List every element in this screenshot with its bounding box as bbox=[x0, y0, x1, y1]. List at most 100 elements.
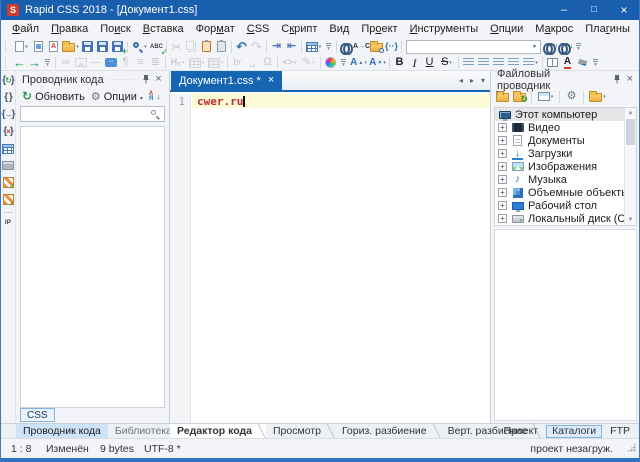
paste-as-html-button[interactable] bbox=[199, 39, 214, 54]
menu-edit[interactable]: Правка bbox=[45, 21, 94, 37]
palette-panel-button[interactable]: ✓ bbox=[1, 176, 15, 189]
resize-grip[interactable] bbox=[627, 443, 636, 452]
pin-icon[interactable] bbox=[139, 73, 152, 86]
scroll-down-icon[interactable]: ▼ bbox=[625, 215, 636, 225]
insert-hr-button[interactable]: — bbox=[88, 55, 103, 70]
menu-format[interactable]: Формат bbox=[190, 21, 241, 37]
tab-scroll-left-icon[interactable]: ◂ bbox=[459, 76, 463, 85]
insert-tag-button[interactable]: <>▾ bbox=[280, 55, 299, 70]
forward-button[interactable]: → bbox=[27, 55, 42, 70]
redo-button[interactable]: ↷ bbox=[249, 39, 264, 54]
indent-button[interactable]: ⇥ bbox=[269, 39, 284, 54]
maximize-button[interactable]: □ bbox=[579, 0, 609, 20]
open-file-button[interactable]: ▾ bbox=[61, 39, 80, 54]
table-panel-button[interactable] bbox=[1, 142, 15, 155]
menu-file[interactable]: Файл bbox=[6, 21, 45, 37]
scrollbar-thumb[interactable] bbox=[626, 119, 635, 145]
frame-panel-button[interactable] bbox=[1, 159, 15, 172]
font-size-down-button[interactable]: A▼▾ bbox=[368, 55, 387, 70]
tree-item[interactable]: +♪Музыка bbox=[495, 173, 636, 186]
view-mode-button[interactable]: ▾ bbox=[536, 89, 555, 104]
tab-code-editor[interactable]: Редактор кода bbox=[170, 424, 266, 438]
table-wizard-button[interactable]: ▾ bbox=[304, 39, 323, 54]
cut-button[interactable]: ✂ bbox=[169, 39, 184, 54]
tree-item[interactable]: +Изображения bbox=[495, 160, 636, 173]
panel-grip[interactable] bbox=[109, 79, 134, 80]
tab-ftp[interactable]: FTP bbox=[605, 425, 635, 437]
code-search-input[interactable] bbox=[21, 108, 151, 120]
document-tab[interactable]: Документ1.css * × bbox=[171, 71, 282, 90]
tab-list-icon[interactable]: ▾ bbox=[481, 76, 485, 85]
toolbar-overflow-icon[interactable]: ▼ bbox=[341, 59, 346, 67]
menu-macro[interactable]: Макрос bbox=[529, 21, 579, 37]
current-line[interactable]: cwer.ru bbox=[192, 94, 490, 108]
heading-button[interactable]: H₁▾ bbox=[168, 55, 187, 70]
insert-table-button[interactable]: ▾ bbox=[187, 55, 206, 70]
chevron-down-icon[interactable]: ▾ bbox=[529, 43, 540, 50]
align-center-button[interactable] bbox=[476, 55, 491, 70]
code-editor[interactable]: 1 cwer.ru bbox=[170, 94, 490, 423]
tab-scroll-right-icon[interactable]: ▸ bbox=[470, 76, 474, 85]
menu-tools[interactable]: Инструменты bbox=[404, 21, 485, 37]
toolbar-overflow-icon[interactable]: ▼ bbox=[326, 43, 331, 51]
file-list[interactable] bbox=[494, 229, 637, 421]
find-previous-button[interactable]: ↑ bbox=[543, 39, 558, 54]
swatches-panel-button[interactable]: ✓ bbox=[1, 193, 15, 206]
menu-script[interactable]: Скрипт bbox=[275, 21, 323, 37]
code-builder-button[interactable]: {··} bbox=[384, 39, 399, 54]
bullet-list-button[interactable]: ≡ bbox=[133, 55, 148, 70]
code-explorer-list[interactable] bbox=[20, 126, 165, 408]
ip-panel-button[interactable]: IP bbox=[5, 219, 11, 226]
quick-find-combobox[interactable]: ▾ bbox=[406, 40, 541, 54]
strikethrough-button[interactable]: S▾ bbox=[437, 55, 456, 70]
tree-item[interactable]: Этот компьютер bbox=[495, 108, 636, 121]
tab-library[interactable]: Библиотека bbox=[108, 424, 179, 438]
css-format-button[interactable]: {→} bbox=[1, 108, 15, 121]
sort-az-button[interactable]: AЯ↓ bbox=[147, 89, 162, 104]
toolbar-overflow-icon[interactable]: ▼ bbox=[576, 43, 581, 51]
folders-menu-button[interactable]: ▾ bbox=[588, 89, 607, 104]
spellcheck-button[interactable]: ABC✓ bbox=[149, 39, 164, 54]
font-size-up-button[interactable]: A▲▾ bbox=[349, 55, 368, 70]
italic-button[interactable]: I bbox=[407, 55, 422, 70]
tab-close-icon[interactable]: × bbox=[268, 75, 274, 86]
minimize-button[interactable]: – bbox=[549, 0, 579, 20]
line-break-button[interactable]: br bbox=[230, 55, 245, 70]
tab-horizontal-split[interactable]: Гориз. разбиение bbox=[335, 424, 441, 438]
css-check-button[interactable]: {↻} bbox=[1, 74, 15, 87]
paste-button[interactable] bbox=[214, 39, 229, 54]
align-left-button[interactable] bbox=[461, 55, 476, 70]
tab-css[interactable]: CSS bbox=[20, 408, 55, 422]
copy-button[interactable] bbox=[184, 39, 199, 54]
undo-button[interactable]: ↶ bbox=[234, 39, 249, 54]
toolbar-overflow-icon[interactable]: ▼ bbox=[45, 59, 50, 67]
tree-scrollbar[interactable]: ▲ ▼ bbox=[624, 108, 636, 225]
tree-item[interactable]: +Локальный диск (C:) bbox=[495, 212, 636, 225]
css-remove-button[interactable]: {×} bbox=[1, 125, 15, 138]
save-as-button[interactable] bbox=[95, 39, 110, 54]
explorer-settings-button[interactable]: ⚙ bbox=[564, 89, 579, 104]
tree-item[interactable]: +Документы bbox=[495, 134, 636, 147]
braces-button[interactable]: { } bbox=[1, 91, 15, 104]
tree-item[interactable]: +Видео bbox=[495, 121, 636, 134]
outdent-button[interactable]: ⇤ bbox=[284, 39, 299, 54]
menu-plugins[interactable]: Плагины bbox=[579, 21, 636, 37]
tree-item[interactable]: +↓Загрузки bbox=[495, 147, 636, 160]
tree-item[interactable]: +Рабочий стол bbox=[495, 199, 636, 212]
numbered-list-button[interactable]: ≣ bbox=[148, 55, 163, 70]
folder-up-button[interactable]: ↑ bbox=[495, 89, 510, 104]
find-next-button[interactable]: ↓ bbox=[558, 39, 573, 54]
tab-preview[interactable]: Просмотр bbox=[266, 424, 335, 438]
bold-button[interactable]: B bbox=[392, 55, 407, 70]
expander-icon[interactable]: + bbox=[498, 149, 507, 158]
save-all-button[interactable]: + bbox=[110, 39, 125, 54]
edit-tag-button[interactable]: ✎▾ bbox=[299, 55, 318, 70]
expander-icon[interactable]: + bbox=[498, 162, 507, 171]
find-button[interactable]: ▾ bbox=[130, 39, 149, 54]
menu-insert[interactable]: Вставка bbox=[137, 21, 190, 37]
expander-icon[interactable]: + bbox=[498, 214, 507, 223]
replace-button[interactable]: A→C bbox=[354, 39, 369, 54]
underline-button[interactable]: U bbox=[422, 55, 437, 70]
back-button[interactable]: ← bbox=[12, 55, 27, 70]
tab-folders[interactable]: Каталоги bbox=[546, 425, 602, 438]
